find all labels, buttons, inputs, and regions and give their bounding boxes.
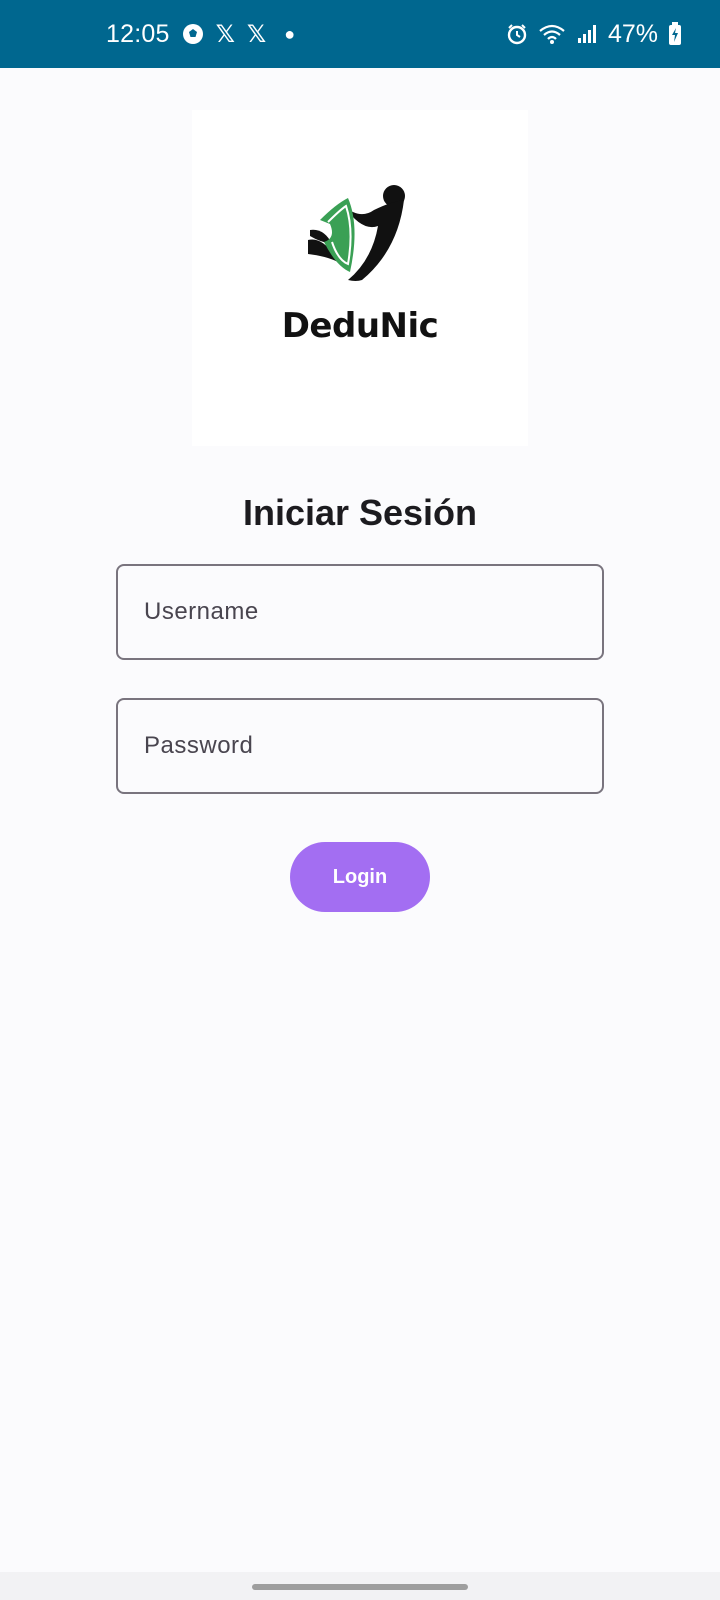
login-button[interactable]: Login xyxy=(290,842,430,912)
battery-percent: 47% xyxy=(607,19,658,48)
status-right: 47% xyxy=(506,0,682,68)
signal-icon xyxy=(576,23,598,45)
svg-text:$: $ xyxy=(338,230,348,246)
notification-dot-icon: ● xyxy=(284,23,296,44)
page-title: Iniciar Sesión xyxy=(242,492,478,533)
battery-charging-icon xyxy=(668,22,682,46)
status-left: 12:05 𝕏 𝕏 ● xyxy=(106,0,295,68)
alarm-icon xyxy=(506,23,528,45)
username-field[interactable] xyxy=(116,564,604,660)
password-input[interactable] xyxy=(118,700,602,792)
app-logo: $ DeduNic xyxy=(192,110,528,446)
logo-brand-name: DeduNic xyxy=(281,306,439,346)
home-gesture-handle[interactable] xyxy=(252,1584,468,1590)
username-input[interactable] xyxy=(118,566,602,658)
logo-mark-icon: $ xyxy=(308,185,405,281)
soccer-ball-icon xyxy=(182,23,204,45)
status-time: 12:05 xyxy=(106,19,170,48)
password-field[interactable] xyxy=(116,698,604,794)
status-bar: 12:05 𝕏 𝕏 ● 47% xyxy=(0,0,720,68)
x-app-icon: 𝕏 xyxy=(215,20,235,48)
x-app-icon: 𝕏 xyxy=(246,20,267,48)
wifi-icon xyxy=(538,23,566,45)
